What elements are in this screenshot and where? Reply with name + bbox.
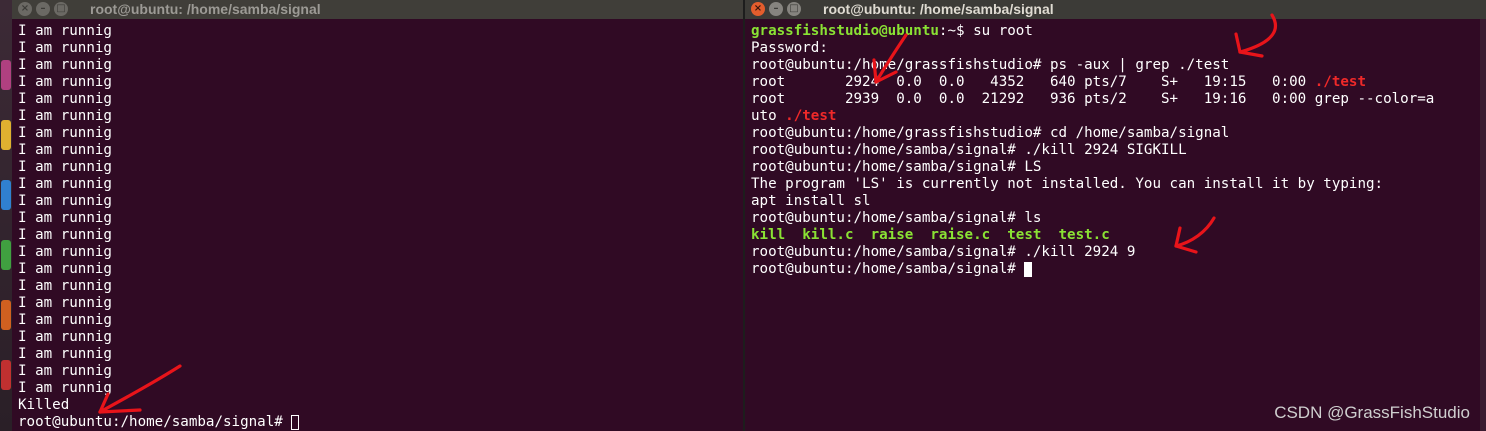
prompt-line[interactable]: root@ubuntu:/home/samba/signal# <box>751 261 1486 278</box>
output-line: I am runnig <box>18 278 112 294</box>
prompt-line[interactable]: root@ubuntu:/home/samba/signal# <box>18 414 743 431</box>
terminal-window-left[interactable]: × – □ root@ubuntu: /home/samba/signal I … <box>12 0 743 431</box>
output-line: I am runnig <box>18 329 112 345</box>
launcher-bar[interactable] <box>0 0 12 431</box>
output-line: I am runnig <box>18 176 112 192</box>
output-line: I am runnig <box>18 261 112 277</box>
killed-line: Killed <box>18 397 70 413</box>
output-line: I am runnig <box>18 227 112 243</box>
launcher-app-icon[interactable] <box>1 360 11 390</box>
launcher-app-icon[interactable] <box>1 300 11 330</box>
user-host: grassfishstudio@ubuntu <box>751 23 939 39</box>
minimize-icon[interactable]: – <box>769 2 783 16</box>
command-line: root@ubuntu:/home/samba/signal# ./kill 2… <box>751 244 1136 260</box>
title-bar[interactable]: × – □ root@ubuntu: /home/samba/signal <box>745 0 1486 19</box>
minimize-icon[interactable]: – <box>36 2 50 16</box>
output-line: I am runnig <box>18 125 112 141</box>
window-edge <box>1480 19 1486 431</box>
shell-prompt: root@ubuntu:/home/samba/signal# <box>751 261 1025 277</box>
command-line: root@ubuntu:/home/grassfishstudio# ps -a… <box>751 57 1230 73</box>
process-row: root 2924 0.0 0.0 4352 640 pts/7 S+ 19:1… <box>751 74 1486 91</box>
terminal-output[interactable]: I am runnig I am runnig I am runnig I am… <box>12 19 743 431</box>
shell-prompt: root@ubuntu:/home/samba/signal# <box>18 414 292 430</box>
launcher-app-icon[interactable] <box>1 180 11 210</box>
watermark: CSDN @GrassFishStudio <box>1274 403 1470 422</box>
output-line: I am runnig <box>18 210 112 226</box>
command-line: grassfishstudio@ubuntu:~$ su root <box>751 23 1486 40</box>
title-bar[interactable]: × – □ root@ubuntu: /home/samba/signal <box>12 0 743 19</box>
output-line: I am runnig <box>18 312 112 328</box>
text-cursor <box>291 415 300 430</box>
output-line: I am runnig <box>18 363 112 379</box>
close-icon[interactable]: × <box>751 2 765 16</box>
output-line: I am runnig <box>18 23 112 39</box>
output-line: I am runnig <box>18 380 112 396</box>
output-line: The program 'LS' is currently not instal… <box>751 176 1384 192</box>
process-row: root 2939 0.0 0.0 21292 936 pts/2 S+ 19:… <box>751 91 1435 107</box>
command-line: root@ubuntu:/home/samba/signal# ./kill 2… <box>751 142 1187 158</box>
process-info: root 2924 0.0 0.0 4352 640 pts/7 S+ 19:1… <box>751 74 1315 90</box>
command-line: root@ubuntu:/home/grassfishstudio# cd /h… <box>751 125 1230 141</box>
output-line: I am runnig <box>18 159 112 175</box>
launcher-app-icon[interactable] <box>1 120 11 150</box>
command-line: root@ubuntu:/home/samba/signal# LS <box>751 159 1042 175</box>
output-line: apt install sl <box>751 193 871 209</box>
window-title: root@ubuntu: /home/samba/signal <box>823 1 1054 17</box>
maximize-icon[interactable]: □ <box>54 2 68 16</box>
terminal-window-right[interactable]: × – □ root@ubuntu: /home/samba/signal gr… <box>745 0 1486 431</box>
output-line: I am runnig <box>18 142 112 158</box>
launcher-app-icon[interactable] <box>1 60 11 90</box>
grep-match: ./test <box>1314 74 1366 90</box>
window-title: root@ubuntu: /home/samba/signal <box>90 1 321 17</box>
command-line: root@ubuntu:/home/samba/signal# ls <box>751 210 1042 226</box>
output-line: I am runnig <box>18 91 112 107</box>
close-icon[interactable]: × <box>18 2 32 16</box>
process-row: uto ./test <box>751 108 1486 125</box>
launcher-app-icon[interactable] <box>1 240 11 270</box>
output-line: Password: <box>751 40 828 56</box>
output-line: I am runnig <box>18 108 112 124</box>
text-cursor <box>1024 262 1033 277</box>
output-line: I am runnig <box>18 57 112 73</box>
terminal-output[interactable]: grassfishstudio@ubuntu:~$ su root Passwo… <box>745 19 1486 278</box>
maximize-icon[interactable]: □ <box>787 2 801 16</box>
command-text: :~$ su root <box>938 23 1033 39</box>
output-line: I am runnig <box>18 295 112 311</box>
process-info: uto <box>751 108 786 124</box>
file-listing: kill kill.c raise raise.c test test.c <box>751 227 1110 243</box>
output-line: I am runnig <box>18 40 112 56</box>
output-line: I am runnig <box>18 244 112 260</box>
output-line: I am runnig <box>18 193 112 209</box>
grep-match: ./test <box>785 108 837 124</box>
output-line: I am runnig <box>18 346 112 362</box>
output-line: I am runnig <box>18 74 112 90</box>
